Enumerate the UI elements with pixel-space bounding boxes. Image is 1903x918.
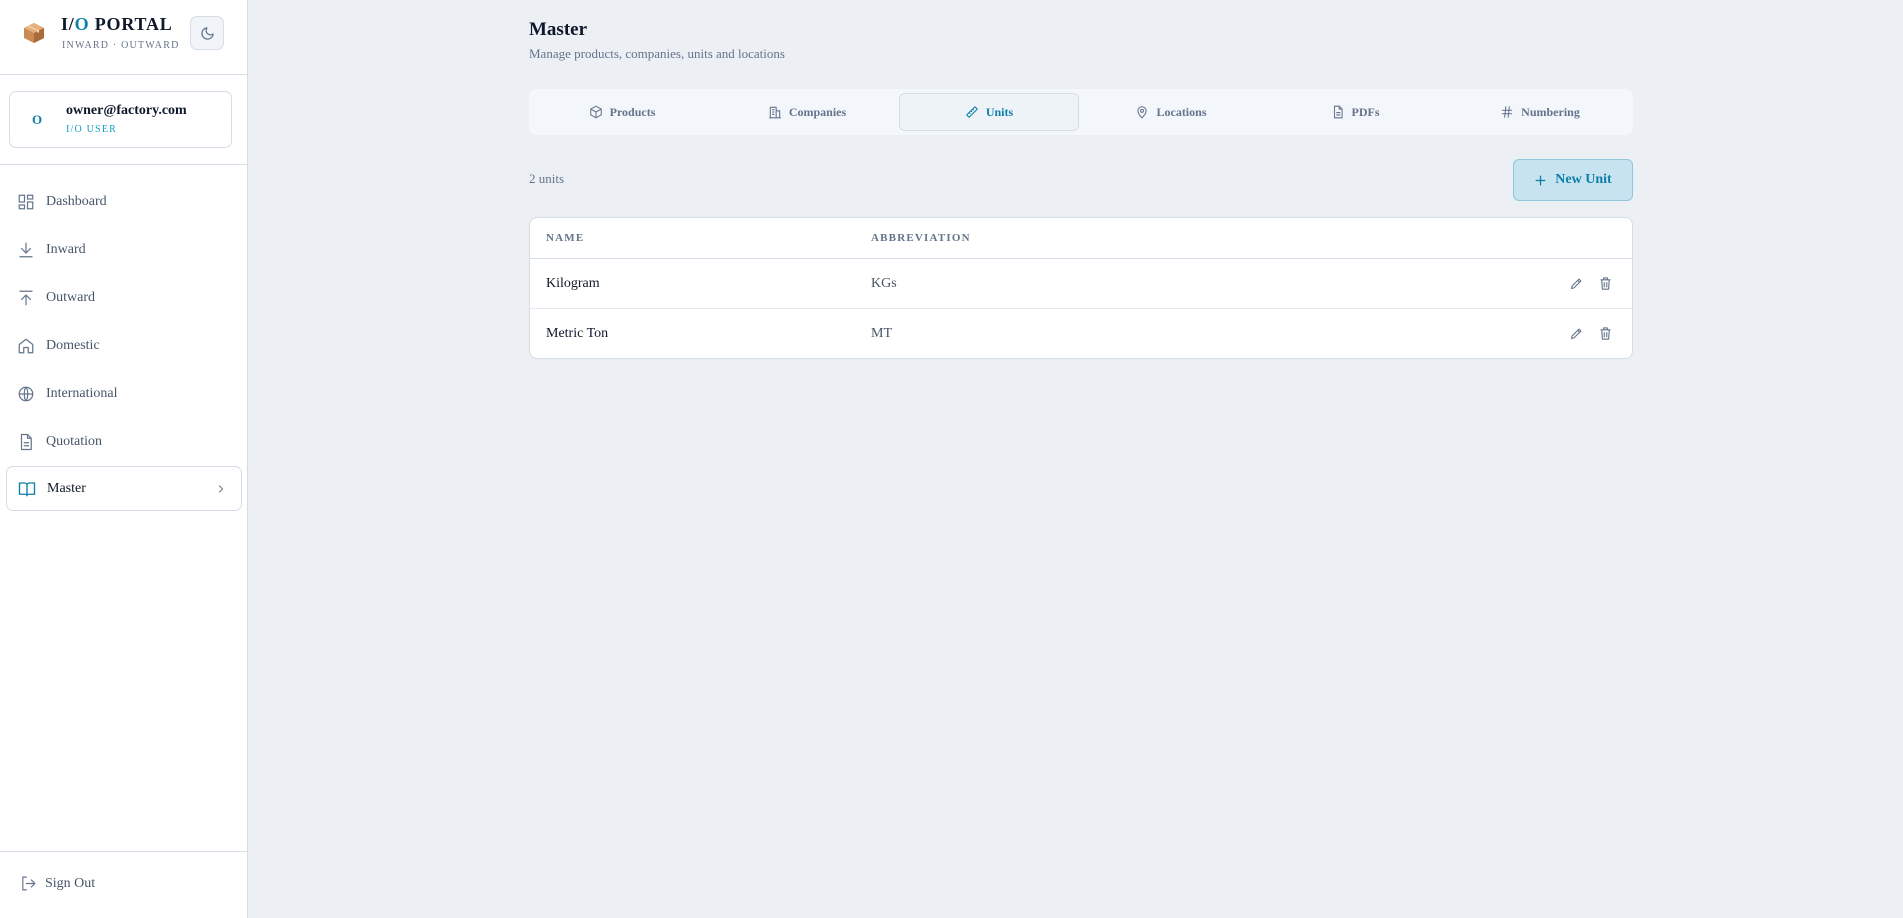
sidebar-item-label: Inward xyxy=(46,242,86,257)
user-role: I/O USER xyxy=(66,124,117,135)
page-title: Master xyxy=(529,19,588,40)
unit-abbreviation: MT xyxy=(871,326,892,341)
tab-label: Numbering xyxy=(1521,104,1580,119)
unit-abbreviation: KGs xyxy=(871,276,897,291)
table-header: NAME ABBREVIATION xyxy=(530,218,1632,259)
table-row: Kilogram KGs xyxy=(530,259,1632,309)
tab-locations[interactable]: Locations xyxy=(1079,93,1263,131)
brand-header: I/O PORTAL INWARD · OUTWARD xyxy=(0,0,247,75)
hash-icon xyxy=(1501,106,1513,118)
trash-icon[interactable] xyxy=(1598,276,1613,291)
building-icon xyxy=(768,106,781,119)
package-box-icon xyxy=(24,23,44,43)
sidebar-item-label: Quotation xyxy=(46,434,102,449)
logout-icon xyxy=(22,876,36,891)
theme-toggle-button[interactable] xyxy=(190,16,224,50)
sidebar-item-label: Domestic xyxy=(46,338,100,353)
divider xyxy=(0,851,248,852)
document-icon xyxy=(20,433,32,451)
edit-icon[interactable] xyxy=(1569,276,1584,291)
sidebar-item-label: Outward xyxy=(46,290,95,305)
sidebar: I/O PORTAL INWARD · OUTWARD O owner@fact… xyxy=(0,0,248,918)
sidebar-item-inward[interactable]: Inward xyxy=(0,226,248,274)
arrow-down-tray-icon xyxy=(19,242,33,258)
book-open-icon xyxy=(18,482,36,497)
tab-label: PDFs xyxy=(1351,104,1380,119)
globe-icon xyxy=(18,386,34,402)
page-subtitle: Manage products, companies, units and lo… xyxy=(529,46,785,61)
sidebar-nav: Dashboard Inward Outward Domestic Intern… xyxy=(0,178,248,511)
new-unit-label: New Unit xyxy=(1555,172,1612,187)
sign-out-button[interactable]: Sign Out xyxy=(0,864,248,904)
unit-name: Metric Ton xyxy=(546,326,609,341)
file-text-icon xyxy=(1333,105,1343,119)
avatar: O xyxy=(32,112,43,127)
edit-icon[interactable] xyxy=(1569,326,1584,341)
moon-icon xyxy=(200,26,214,40)
app-subtitle: INWARD · OUTWARD xyxy=(62,40,180,51)
tab-products[interactable]: Products xyxy=(529,93,715,131)
unit-count: 2 units xyxy=(529,171,565,186)
chevron-right-icon xyxy=(219,485,224,493)
sidebar-item-dashboard[interactable]: Dashboard xyxy=(0,178,248,226)
dashboard-grid-icon xyxy=(18,194,34,210)
tab-label: Companies xyxy=(788,104,847,119)
column-header-name: NAME xyxy=(546,232,585,244)
sidebar-item-label: Master xyxy=(47,480,86,496)
app-title: I/O PORTAL xyxy=(61,14,173,34)
tab-units[interactable]: Units xyxy=(899,93,1079,131)
new-unit-button[interactable]: New Unit xyxy=(1513,159,1633,201)
unit-name: Kilogram xyxy=(546,276,600,291)
trash-icon[interactable] xyxy=(1598,326,1613,341)
sidebar-item-label: International xyxy=(46,386,118,401)
sidebar-item-label: Dashboard xyxy=(46,194,107,209)
tab-label: Locations xyxy=(1156,104,1207,119)
package-icon xyxy=(589,105,602,119)
sidebar-item-outward[interactable]: Outward xyxy=(0,274,248,322)
master-tabs: Products Companies Units Locations PDFs … xyxy=(529,89,1633,135)
sidebar-item-master[interactable]: Master xyxy=(6,466,242,511)
user-card: O owner@factory.com I/O USER xyxy=(9,91,232,148)
sidebar-item-quotation[interactable]: Quotation xyxy=(0,418,248,466)
sign-out-label: Sign Out xyxy=(45,876,96,891)
tab-label: Products xyxy=(609,104,656,119)
tab-numbering[interactable]: Numbering xyxy=(1447,93,1633,131)
divider xyxy=(0,164,248,165)
column-header-abbreviation: ABBREVIATION xyxy=(871,232,971,244)
tab-pdfs[interactable]: PDFs xyxy=(1263,93,1447,131)
user-email: owner@factory.com xyxy=(66,103,187,118)
tab-label: Units xyxy=(985,104,1014,119)
ruler-icon xyxy=(966,106,978,118)
map-pin-icon xyxy=(1137,106,1148,119)
sidebar-item-international[interactable]: International xyxy=(0,370,248,418)
sidebar-item-domestic[interactable]: Domestic xyxy=(0,322,248,370)
units-table: NAME ABBREVIATION Kilogram KGs Metric To… xyxy=(529,217,1633,359)
home-icon xyxy=(18,338,34,354)
arrow-up-tray-icon xyxy=(19,290,33,306)
table-row: Metric Ton MT xyxy=(530,309,1632,358)
plus-icon xyxy=(1535,175,1546,185)
tab-companies[interactable]: Companies xyxy=(715,93,899,131)
